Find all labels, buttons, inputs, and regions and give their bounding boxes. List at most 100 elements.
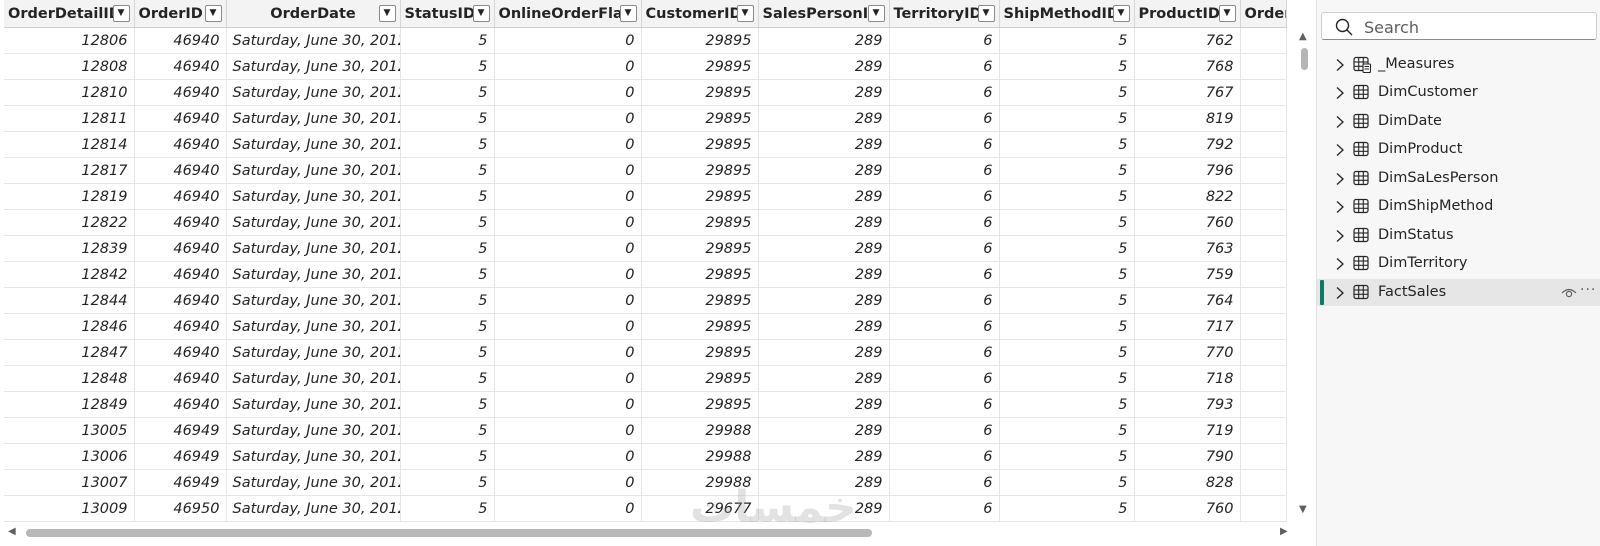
table-cell[interactable]: 46940 bbox=[134, 53, 227, 80]
table-cell[interactable]: 6 bbox=[889, 365, 1000, 392]
table-cell[interactable]: 6 bbox=[889, 521, 1000, 522]
table-cell[interactable] bbox=[1240, 313, 1287, 340]
table-cell[interactable]: 6 bbox=[889, 261, 1000, 288]
table-cell[interactable]: 46950 bbox=[134, 495, 227, 522]
table-cell[interactable] bbox=[1240, 105, 1287, 132]
table-cell[interactable]: Saturday, June 30, 2012 bbox=[226, 287, 401, 314]
table-cell[interactable] bbox=[1240, 495, 1287, 522]
column-header[interactable]: OnlineOrderFlag ▼ bbox=[494, 0, 642, 28]
table-cell[interactable]: 828 bbox=[1134, 469, 1241, 496]
column-header[interactable]: OrderDate ▼ bbox=[226, 0, 401, 28]
chevron-right-icon[interactable] bbox=[1335, 143, 1345, 157]
horizontal-scroll-thumb[interactable] bbox=[26, 529, 872, 537]
table-cell[interactable]: 6 bbox=[889, 79, 1000, 106]
table-cell[interactable] bbox=[1240, 417, 1287, 444]
table-cell[interactable]: 12817 bbox=[4, 157, 135, 184]
table-cell[interactable]: 5 bbox=[999, 365, 1135, 392]
table-cell[interactable]: Saturday, June 30, 2012 bbox=[226, 235, 401, 262]
table-cell[interactable]: 46940 bbox=[134, 79, 227, 106]
table-cell[interactable]: 796 bbox=[1134, 157, 1241, 184]
table-cell[interactable]: Saturday, June 30, 2012 bbox=[226, 417, 401, 444]
table-cell[interactable]: 46940 bbox=[134, 27, 227, 54]
table-cell[interactable] bbox=[1240, 53, 1287, 80]
table-cell[interactable]: 6 bbox=[889, 105, 1000, 132]
table-cell[interactable]: 6 bbox=[889, 443, 1000, 470]
table-cell[interactable]: 5 bbox=[400, 131, 495, 158]
table-cell[interactable]: 46949 bbox=[134, 417, 227, 444]
table-cell[interactable]: 764 bbox=[1134, 287, 1241, 314]
table-cell[interactable]: 6 bbox=[889, 417, 1000, 444]
column-header[interactable]: ProductID ▼ bbox=[1134, 0, 1241, 28]
filter-dropdown-icon[interactable]: ▼ bbox=[204, 5, 222, 22]
table-cell[interactable]: 5 bbox=[999, 287, 1135, 314]
table-cell[interactable]: 289 bbox=[758, 365, 890, 392]
table-cell[interactable]: 29895 bbox=[641, 339, 759, 366]
table-cell[interactable]: 289 bbox=[758, 157, 890, 184]
table-cell[interactable]: 289 bbox=[758, 209, 890, 236]
table-cell[interactable]: 46940 bbox=[134, 287, 227, 314]
table-cell[interactable]: Saturday, June 30, 2012 bbox=[226, 131, 401, 158]
table-cell[interactable]: 0 bbox=[494, 261, 642, 288]
table-cell[interactable]: 5 bbox=[999, 443, 1135, 470]
table-cell[interactable]: 12814 bbox=[4, 131, 135, 158]
table-cell[interactable]: 29895 bbox=[641, 27, 759, 54]
table-cell[interactable]: 12806 bbox=[4, 27, 135, 54]
table-cell[interactable]: 717 bbox=[1134, 313, 1241, 340]
table-cell[interactable]: 0 bbox=[494, 209, 642, 236]
table-cell[interactable]: 29895 bbox=[641, 105, 759, 132]
table-cell[interactable]: 289 bbox=[758, 183, 890, 210]
table-cell[interactable]: 289 bbox=[758, 339, 890, 366]
table-cell[interactable]: 5 bbox=[400, 469, 495, 496]
table-cell[interactable]: 5 bbox=[400, 79, 495, 106]
chevron-right-icon[interactable] bbox=[1335, 58, 1345, 72]
table-cell[interactable]: 6 bbox=[889, 287, 1000, 314]
table-cell[interactable]: 29895 bbox=[641, 313, 759, 340]
table-cell[interactable]: 12844 bbox=[4, 287, 135, 314]
table-cell[interactable]: 46940 bbox=[134, 391, 227, 418]
table-cell[interactable]: 289 bbox=[758, 131, 890, 158]
table-cell[interactable]: Saturday, June 30, 2012 bbox=[226, 53, 401, 80]
tree-item-table[interactable]: FactSales ··· bbox=[1317, 279, 1600, 306]
column-header[interactable]: ShipMethodID ▼ bbox=[999, 0, 1135, 28]
table-cell[interactable]: 0 bbox=[494, 495, 642, 522]
table-cell[interactable]: Saturday, June 30, 2012 bbox=[226, 391, 401, 418]
table-cell[interactable]: 46940 bbox=[134, 105, 227, 132]
tree-item-table[interactable]: DimTerritory bbox=[1317, 250, 1600, 277]
column-header[interactable]: StatusID ▼ bbox=[400, 0, 495, 28]
search-box[interactable] bbox=[1321, 12, 1597, 40]
scroll-up-icon[interactable]: ▲ bbox=[1299, 31, 1307, 42]
table-cell[interactable]: 0 bbox=[494, 339, 642, 366]
filter-dropdown-icon[interactable]: ▼ bbox=[867, 5, 885, 22]
table-cell[interactable]: Saturday, June 30, 2012 bbox=[226, 365, 401, 392]
table-cell[interactable]: Saturday, June 30, 2012 bbox=[226, 339, 401, 366]
column-header[interactable]: SalesPersonID ▼ bbox=[758, 0, 890, 28]
scroll-right-icon[interactable]: ▶ bbox=[1280, 526, 1288, 537]
table-cell[interactable]: 6 bbox=[889, 469, 1000, 496]
table-cell[interactable]: 0 bbox=[494, 287, 642, 314]
table-cell[interactable]: 767 bbox=[1134, 79, 1241, 106]
table-cell[interactable]: 289 bbox=[758, 469, 890, 496]
filter-dropdown-icon[interactable]: ▼ bbox=[977, 5, 995, 22]
table-cell[interactable]: 770 bbox=[1134, 339, 1241, 366]
tree-item-table[interactable]: DimCustomer bbox=[1317, 79, 1600, 106]
table-cell[interactable]: 6 bbox=[889, 53, 1000, 80]
table-cell[interactable]: 0 bbox=[494, 53, 642, 80]
table-cell[interactable]: 46940 bbox=[134, 131, 227, 158]
table-cell[interactable]: 819 bbox=[1134, 105, 1241, 132]
scroll-left-icon[interactable]: ◀ bbox=[8, 526, 16, 537]
table-cell[interactable]: 0 bbox=[494, 183, 642, 210]
table-cell[interactable] bbox=[1240, 443, 1287, 470]
table-cell[interactable]: 793 bbox=[1134, 391, 1241, 418]
filter-dropdown-icon[interactable]: ▼ bbox=[736, 5, 754, 22]
filter-dropdown-icon[interactable]: ▼ bbox=[112, 5, 130, 22]
filter-dropdown-icon[interactable]: ▼ bbox=[1218, 5, 1236, 22]
table-cell[interactable] bbox=[1240, 469, 1287, 496]
table-cell[interactable]: 46949 bbox=[134, 469, 227, 496]
tree-item-table[interactable]: DimStatus bbox=[1317, 222, 1600, 249]
table-cell[interactable]: 5 bbox=[400, 417, 495, 444]
table-cell[interactable]: 5 bbox=[999, 27, 1135, 54]
table-cell[interactable]: 0 bbox=[494, 417, 642, 444]
filter-dropdown-icon[interactable]: ▼ bbox=[619, 5, 637, 22]
table-cell[interactable]: Saturday, June 30, 2012 bbox=[226, 183, 401, 210]
table-cell[interactable]: 5 bbox=[999, 417, 1135, 444]
